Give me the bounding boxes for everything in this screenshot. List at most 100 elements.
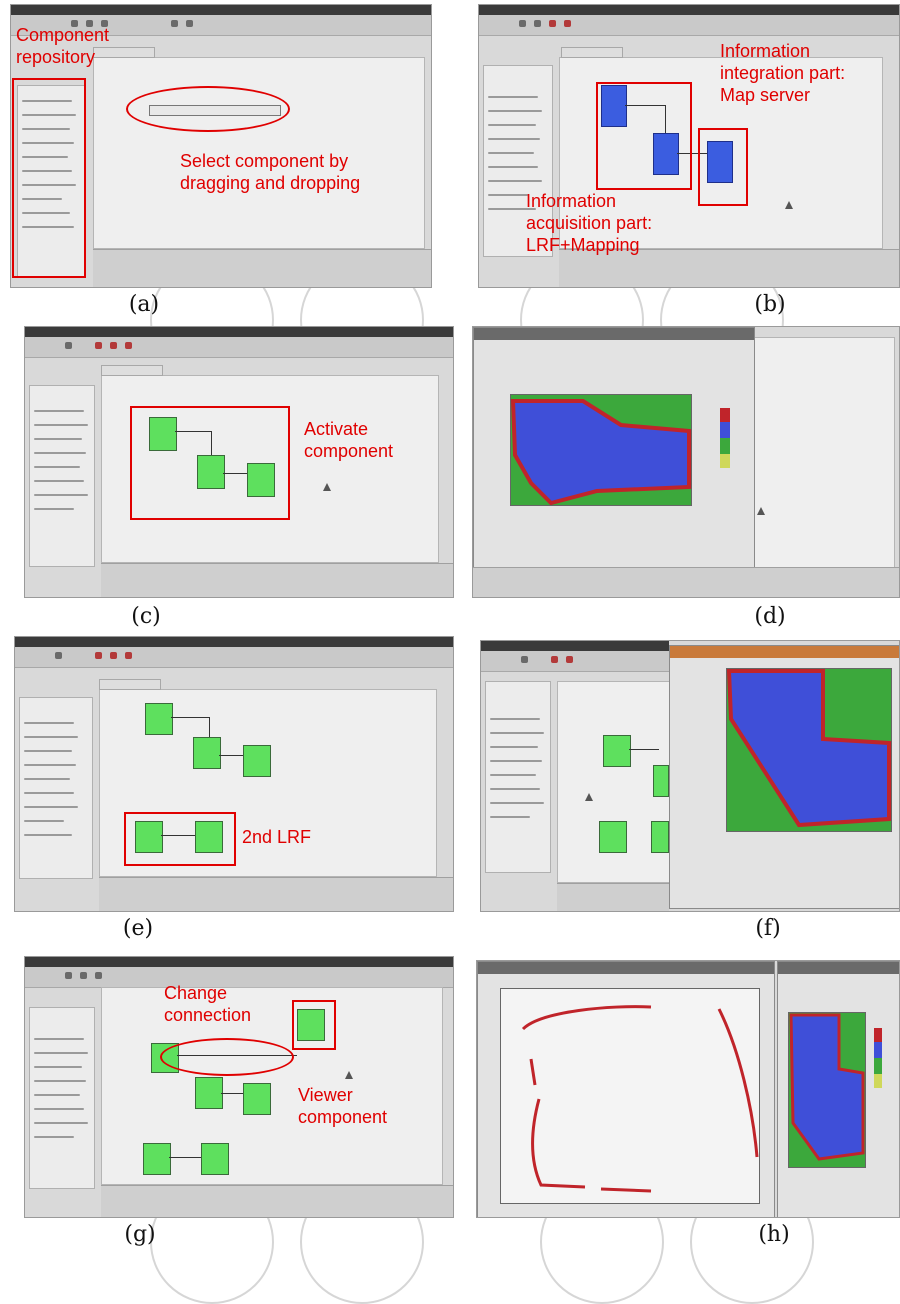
menu-bar[interactable] (11, 5, 431, 15)
menu-bar[interactable] (25, 957, 453, 967)
list-item[interactable] (34, 452, 86, 454)
toolbar-icon[interactable] (125, 652, 132, 659)
menu-bar[interactable] (15, 637, 453, 647)
toolbar-icon[interactable] (519, 20, 526, 27)
toolbar-icon[interactable] (171, 20, 178, 27)
list-item[interactable] (490, 802, 544, 804)
list-item[interactable] (24, 764, 76, 766)
mouse-cursor (757, 507, 765, 515)
editor-tab[interactable] (561, 47, 623, 58)
list-item[interactable] (488, 124, 536, 126)
toolbar-icon[interactable] (95, 972, 102, 979)
connection-wire[interactable] (629, 749, 659, 750)
list-item[interactable] (34, 1052, 88, 1054)
list-item[interactable] (34, 438, 82, 440)
toolbar-icon[interactable] (564, 20, 571, 27)
toolbar-icon[interactable] (95, 652, 102, 659)
component-repository-list[interactable] (29, 385, 95, 567)
component-repository-list[interactable] (485, 681, 551, 873)
editor-tab[interactable] (101, 365, 163, 376)
list-item[interactable] (24, 736, 78, 738)
list-item[interactable] (488, 96, 538, 98)
toolbar-icon[interactable] (65, 972, 72, 979)
map-server-component[interactable] (243, 745, 271, 777)
list-item[interactable] (24, 792, 74, 794)
list-item[interactable] (34, 1136, 74, 1138)
menu-bar[interactable] (479, 5, 899, 15)
window-title-bar[interactable] (478, 962, 774, 974)
list-item[interactable] (488, 180, 542, 182)
list-item[interactable] (34, 1122, 88, 1124)
toolbar-icon[interactable] (95, 342, 102, 349)
menu-bar[interactable] (481, 641, 669, 651)
list-item[interactable] (34, 424, 88, 426)
list-item[interactable] (490, 788, 540, 790)
second-lrf-component[interactable] (143, 1143, 171, 1175)
list-item[interactable] (488, 110, 542, 112)
component-repository-list[interactable] (29, 1007, 95, 1189)
lrf-component[interactable] (603, 735, 631, 767)
list-item[interactable] (488, 152, 534, 154)
list-item[interactable] (34, 508, 74, 510)
list-item[interactable] (24, 778, 70, 780)
second-lrf-component[interactable] (599, 821, 627, 853)
list-item[interactable] (34, 1094, 80, 1096)
list-item[interactable] (490, 746, 538, 748)
toolbar-icon[interactable] (551, 656, 558, 663)
toolbar-icon[interactable] (110, 342, 117, 349)
toolbar-icon[interactable] (549, 20, 556, 27)
toolbar-icon[interactable] (125, 342, 132, 349)
second-mapping-component[interactable] (201, 1143, 229, 1175)
toolbar-icon[interactable] (521, 656, 528, 663)
toolbar-icon[interactable] (566, 656, 573, 663)
second-mapping-component[interactable] (651, 821, 669, 853)
list-item[interactable] (34, 494, 88, 496)
connection-wire[interactable] (169, 1157, 201, 1158)
window-title-bar[interactable] (670, 646, 899, 658)
mapping-component[interactable] (193, 737, 221, 769)
list-item[interactable] (488, 166, 538, 168)
toolbar-icon[interactable] (80, 972, 87, 979)
toolbar-icon[interactable] (186, 20, 193, 27)
list-item[interactable] (24, 722, 74, 724)
list-item[interactable] (24, 806, 78, 808)
list-item[interactable] (34, 410, 84, 412)
list-item[interactable] (24, 820, 64, 822)
list-item[interactable] (490, 760, 542, 762)
toolbar-icon[interactable] (65, 342, 72, 349)
menu-bar[interactable] (25, 327, 453, 337)
map-viewer-window[interactable] (777, 961, 899, 1217)
list-item[interactable] (34, 480, 84, 482)
list-item[interactable] (488, 138, 540, 140)
connection-wire[interactable] (219, 755, 243, 756)
window-title-bar[interactable] (474, 328, 754, 340)
list-item[interactable] (34, 1080, 86, 1082)
list-item[interactable] (490, 718, 540, 720)
connection-wire[interactable] (171, 717, 209, 718)
list-item[interactable] (34, 1038, 84, 1040)
editor-tab[interactable] (99, 679, 161, 690)
mapping-component[interactable] (195, 1077, 223, 1109)
toolbar-icon[interactable] (534, 20, 541, 27)
map-viewer-window[interactable] (473, 327, 755, 569)
list-item[interactable] (34, 1108, 84, 1110)
list-item[interactable] (24, 750, 72, 752)
component-repository-list[interactable] (19, 697, 93, 879)
list-item[interactable] (24, 834, 72, 836)
list-item[interactable] (490, 774, 536, 776)
connection-wire[interactable] (221, 1093, 243, 1094)
list-item[interactable] (34, 1066, 82, 1068)
map-viewer-window[interactable] (669, 645, 899, 909)
connection-wire[interactable] (209, 717, 210, 737)
toolbar-icon[interactable] (110, 652, 117, 659)
mapping-component[interactable] (653, 765, 669, 797)
map-server-component[interactable] (243, 1083, 271, 1115)
toolbar-icon[interactable] (55, 652, 62, 659)
list-item[interactable] (490, 816, 530, 818)
window-title-bar[interactable] (778, 962, 899, 974)
scan-viewer-window[interactable] (477, 961, 775, 1217)
list-item[interactable] (34, 466, 80, 468)
list-item[interactable] (488, 194, 528, 196)
lrf-component[interactable] (145, 703, 173, 735)
list-item[interactable] (490, 732, 544, 734)
